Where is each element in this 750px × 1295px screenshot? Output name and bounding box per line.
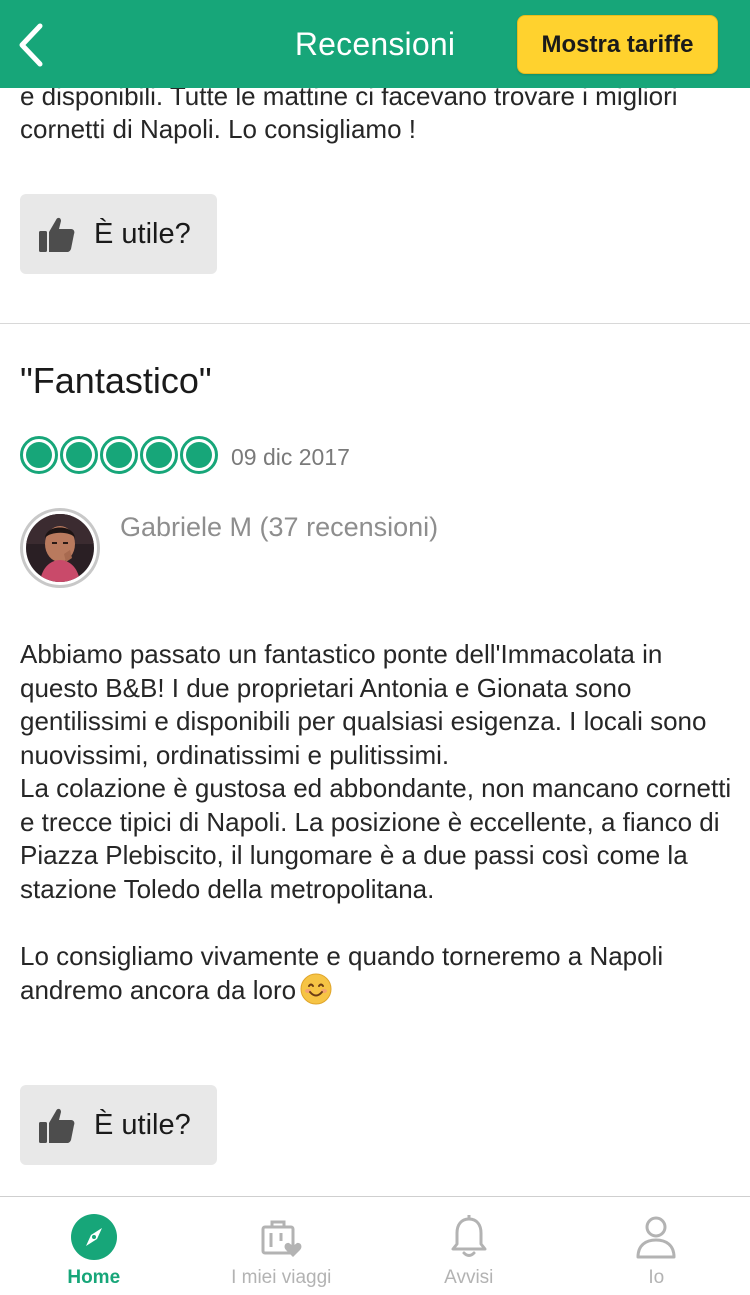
tab-notifications[interactable]: Avvisi xyxy=(375,1197,563,1295)
review-closing-text: Lo consigliamo vivamente e quando torner… xyxy=(20,940,664,1006)
suitcase-heart-icon xyxy=(261,1220,302,1257)
tab-label: Avvisi xyxy=(444,1267,494,1288)
app-header: Recensioni Mostra tariffe xyxy=(0,0,750,88)
helpful-button[interactable]: È utile? xyxy=(20,1085,217,1165)
show-rates-button[interactable]: Mostra tariffe xyxy=(517,15,718,74)
helpful-button[interactable]: È utile? xyxy=(20,194,217,274)
review-title: "Fantastico" xyxy=(20,360,212,401)
bell-icon xyxy=(451,1215,487,1257)
compass-icon xyxy=(70,1214,117,1260)
rating-bubble-filled xyxy=(20,436,58,474)
thumbs-up-icon xyxy=(39,217,75,252)
review-body: Abbiamo passato un fantastico ponte dell… xyxy=(20,638,735,1008)
reviewer-avatar[interactable] xyxy=(20,508,100,588)
user-icon xyxy=(636,1216,676,1259)
review-date: 09 dic 2017 xyxy=(231,444,350,470)
review-paragraph: Abbiamo passato un fantastico ponte dell… xyxy=(20,639,707,770)
review-divider xyxy=(0,323,750,324)
bottom-tab-bar: Home I miei viaggi Avvisi Io xyxy=(0,1196,750,1295)
tab-label: I miei viaggi xyxy=(231,1267,332,1288)
helpful-label: È utile? xyxy=(94,1108,191,1141)
avatar-photo xyxy=(26,514,94,582)
rating-bubble-filled xyxy=(140,436,178,474)
rating-bubbles xyxy=(20,436,218,474)
tab-home[interactable]: Home xyxy=(0,1197,188,1295)
review-closing: Lo consigliamo vivamente e quando torner… xyxy=(20,940,735,1008)
tab-label: Home xyxy=(67,1267,121,1288)
review-paragraph: La colazione è gustosa ed abbondante, no… xyxy=(20,773,732,904)
rating-bubble-filled xyxy=(180,436,218,474)
back-button[interactable] xyxy=(10,20,54,70)
chevron-left-icon xyxy=(19,23,43,67)
rating-bubble-filled xyxy=(100,436,138,474)
helpful-label: È utile? xyxy=(94,217,191,250)
rating-bubble-filled xyxy=(60,436,98,474)
reviews-scroll-area[interactable]: e disponibili. Tutte le mattine ci facev… xyxy=(0,0,750,1196)
smiling-face-icon xyxy=(300,973,332,1005)
tab-label: Io xyxy=(648,1267,665,1288)
thumbs-up-icon xyxy=(39,1108,75,1143)
reviewer-name[interactable]: Gabriele M (37 recensioni) xyxy=(120,512,438,543)
previous-review-text: e disponibili. Tutte le mattine ci facev… xyxy=(20,81,678,144)
tab-my-trips[interactable]: I miei viaggi xyxy=(188,1197,376,1295)
tab-profile[interactable]: Io xyxy=(563,1197,750,1295)
